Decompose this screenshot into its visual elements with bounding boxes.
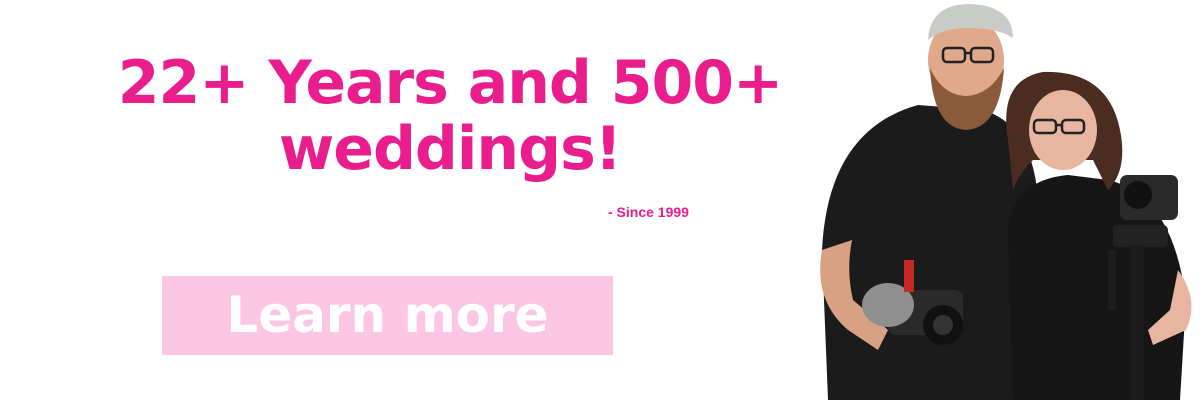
since-caption: - Since 1999	[608, 204, 689, 220]
learn-more-button[interactable]: Learn more	[162, 276, 613, 355]
couple-photo	[820, 4, 1192, 400]
headline-line-2: weddings!	[278, 114, 622, 184]
headline: 22+ Years and 500+ weddings!	[90, 50, 810, 182]
promo-banner: 22+ Years and 500+ weddings! - Since 199…	[0, 0, 1200, 400]
headline-line-1: 22+ Years and 500+	[117, 48, 784, 118]
